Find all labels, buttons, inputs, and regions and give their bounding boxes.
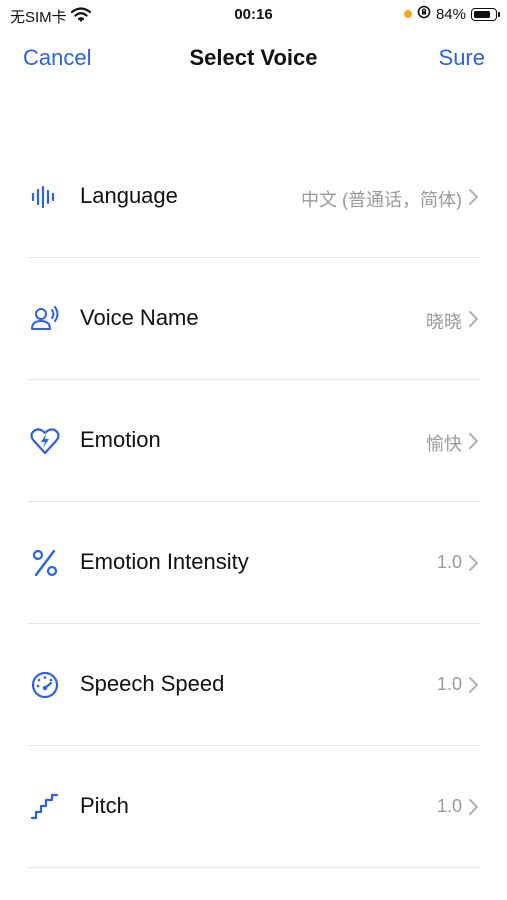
status-right: 84% — [403, 5, 500, 23]
row-label: Language — [80, 183, 178, 208]
heart-bolt-icon — [30, 426, 60, 456]
chevron-right-icon — [468, 554, 480, 572]
stairs-icon — [30, 792, 60, 822]
status-bar: 无SIM卡 00:16 84% — [0, 0, 507, 32]
waveform-icon — [30, 182, 60, 212]
chevron-right-icon — [468, 432, 480, 450]
orange-dot-icon — [403, 10, 412, 18]
cancel-button[interactable]: Cancel — [23, 45, 91, 71]
battery-percent: 84% — [435, 5, 466, 23]
row-label: Voice Name — [80, 305, 199, 330]
emotion-intensity-row[interactable]: Emotion Intensity 1.0 — [28, 502, 480, 624]
language-row[interactable]: Language 中文 (普通话，简体) — [28, 136, 480, 258]
sure-button[interactable]: Sure — [439, 45, 485, 71]
row-label: Pitch — [80, 793, 129, 818]
speech-speed-row[interactable]: Speech Speed 1.0 — [28, 624, 480, 746]
navigation-bar: Cancel Select Voice Sure — [0, 36, 507, 80]
speedometer-icon — [30, 670, 60, 700]
row-value: 1.0 — [436, 674, 462, 694]
chevron-right-icon — [468, 310, 480, 328]
battery-fill — [474, 10, 490, 18]
settings-list: Language 中文 (普通话，简体) Voice Name 晓晓 Emoti… — [28, 136, 480, 868]
chevron-right-icon — [468, 798, 480, 816]
chevron-right-icon — [468, 676, 480, 694]
row-value: 中文 (普通话，简体) — [301, 190, 462, 210]
row-value: 1.0 — [436, 796, 462, 816]
voice-name-row[interactable]: Voice Name 晓晓 — [28, 258, 480, 380]
percent-icon — [30, 548, 60, 578]
row-label: Emotion — [80, 427, 161, 452]
pitch-row[interactable]: Pitch 1.0 — [28, 746, 480, 868]
row-value: 1.0 — [436, 552, 462, 572]
row-label: Speech Speed — [80, 671, 225, 696]
row-value: 愉快 — [426, 434, 462, 454]
battery-icon — [471, 7, 500, 21]
emotion-row[interactable]: Emotion 愉快 — [28, 380, 480, 502]
row-label: Emotion Intensity — [80, 549, 249, 574]
row-value: 晓晓 — [426, 312, 462, 332]
chevron-right-icon — [468, 188, 480, 206]
speaking-person-icon — [30, 304, 60, 334]
orientation-lock-icon — [417, 5, 431, 23]
